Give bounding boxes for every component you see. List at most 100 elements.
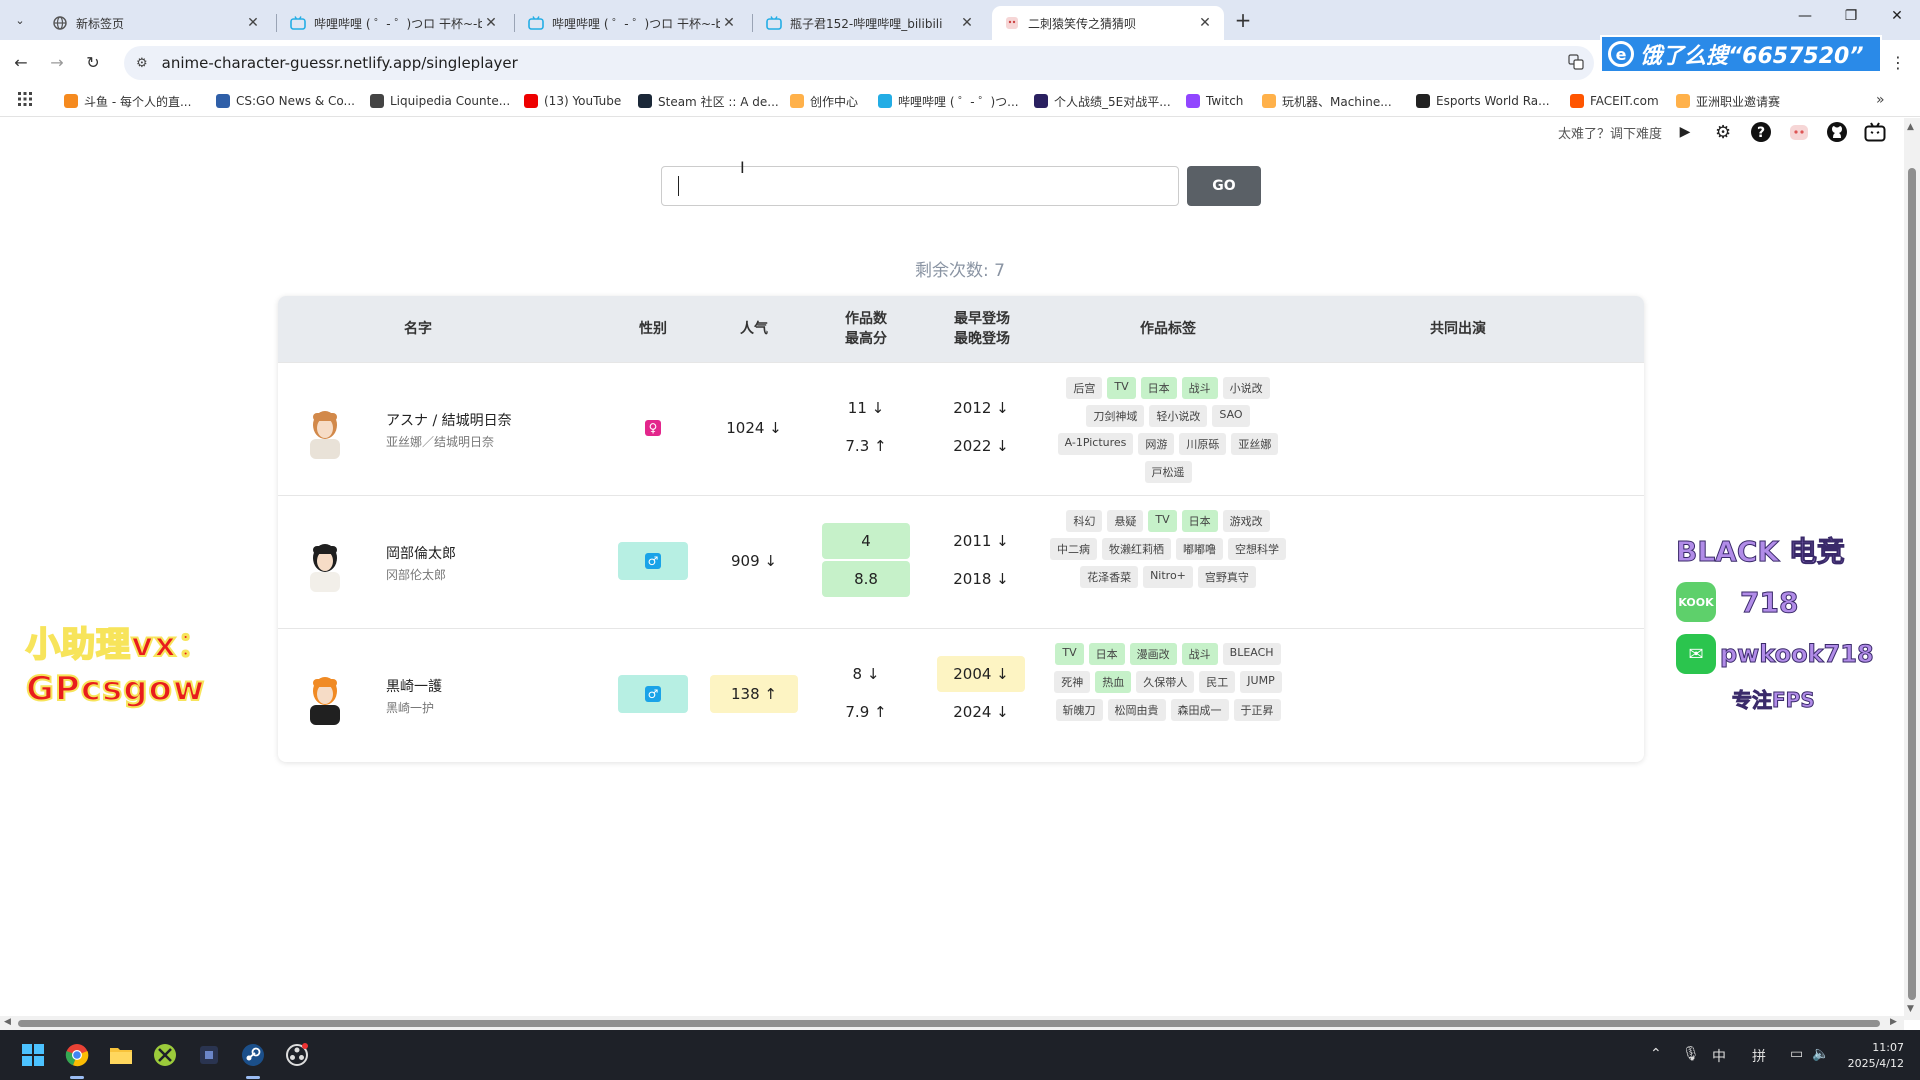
steam-icon[interactable]	[238, 1040, 268, 1070]
tab-bilibili-2[interactable]: 哔哩哔哩 ( ゜- ゜)つロ 干杯~-bili ✕	[516, 6, 748, 40]
tab-separator	[276, 14, 277, 32]
bookmark-item[interactable]: (13) YouTube	[524, 91, 621, 111]
bookmark-item[interactable]: 个人战绩_5E对战平...	[1034, 91, 1171, 111]
chrome-icon[interactable]	[62, 1040, 92, 1070]
works-count-cell: 11 ↓	[847, 399, 885, 417]
game-launcher-icon[interactable]	[194, 1040, 224, 1070]
earliest-appearance-cell: 2004 ↓	[937, 656, 1025, 692]
bookmark-item[interactable]: 创作中心	[790, 91, 858, 111]
header-popularity: 人气	[740, 321, 768, 337]
bookmark-item[interactable]: Esports World Ra...	[1416, 91, 1550, 111]
vertical-scrollbar[interactable]: ▲ ▼	[1904, 118, 1920, 1020]
bookmark-item[interactable]: 斗鱼 - 每个人的直...	[64, 91, 191, 111]
scroll-left-icon[interactable]: ◀	[4, 1017, 11, 1027]
volume-icon[interactable]: 🔈	[1812, 1046, 1829, 1062]
character-name-cn: 冈部伦太郎	[386, 568, 447, 582]
tab-bilibili-3[interactable]: 瓶子君152-哔哩哔哩_bilibili ✕	[754, 6, 986, 40]
text-caret	[678, 176, 679, 196]
bookmark-label: 亚洲职业邀请赛	[1696, 94, 1781, 109]
promo-banner: e 饿了么搜“6657520”	[1600, 35, 1882, 73]
tab-close-icon[interactable]: ✕	[720, 15, 738, 31]
work-tag: 日本	[1088, 643, 1125, 665]
microphone-icon[interactable]: 🎙	[1682, 1046, 1700, 1062]
work-tag: 刀剑神域	[1086, 405, 1145, 427]
bookmark-label: 创作中心	[810, 94, 859, 109]
minimize-button[interactable]: —	[1790, 8, 1820, 32]
work-tag: 战斗	[1181, 643, 1218, 665]
github-icon[interactable]	[1824, 119, 1850, 145]
header-works: 作品数	[845, 311, 887, 327]
tray-overflow-icon[interactable]: ⌃	[1650, 1046, 1662, 1062]
tab-close-icon[interactable]: ✕	[482, 15, 500, 31]
obs-icon[interactable]	[282, 1040, 312, 1070]
tab-close-icon[interactable]: ✕	[958, 15, 976, 31]
go-button[interactable]: GO	[1187, 166, 1261, 206]
work-tag: TV	[1055, 643, 1084, 665]
scroll-right-icon[interactable]: ▶	[1890, 1017, 1897, 1027]
ime-mode-indicator[interactable]: 中	[1712, 1046, 1726, 1066]
new-tab-button[interactable]: +	[1230, 8, 1256, 34]
network-icon[interactable]: ▭	[1790, 1046, 1803, 1062]
bookmark-favicon-icon	[524, 94, 538, 108]
scroll-up-icon[interactable]: ▲	[1907, 122, 1914, 132]
browser-menu-icon[interactable]: ⋮	[1890, 53, 1906, 72]
ime-pinyin-indicator[interactable]: 拼	[1752, 1046, 1766, 1066]
gear-icon[interactable]: ⚙	[1710, 119, 1736, 145]
tab-new-tab[interactable]: 新标签页 ✕	[40, 6, 272, 40]
tab-close-icon[interactable]: ✕	[244, 15, 262, 31]
bookmarks-overflow-icon[interactable]: »	[1876, 92, 1885, 108]
horizontal-scroll-thumb[interactable]	[18, 1020, 1880, 1027]
apps-grid-icon[interactable]	[18, 92, 32, 110]
windows-start-icon[interactable]	[18, 1040, 48, 1070]
bookmark-item[interactable]: Steam 社区 :: A de...	[638, 91, 779, 111]
tab-close-icon[interactable]: ✕	[1196, 15, 1214, 31]
mascot-icon[interactable]	[1786, 119, 1812, 145]
forward-button[interactable]: →	[44, 50, 70, 76]
bookmark-item[interactable]: 玩机器、Machine...	[1262, 91, 1392, 111]
gender-cell: ♀	[618, 409, 688, 447]
tab-search-icon[interactable]: ⌄	[8, 8, 32, 32]
tab-bilibili-1[interactable]: 哔哩哔哩 ( ゜- ゜)つロ 干杯~-bili ✕	[278, 6, 510, 40]
overlay-right-tagline: 专注FPS	[1732, 688, 1816, 713]
guess-row: アスナ / 結城明日奈 亚丝娜／结城明日奈 ♀ 1024 ↓ 11 ↓ 7.3 ↑ 2012…	[278, 362, 1644, 495]
bookmark-label: CS:GO News & Co...	[236, 94, 355, 108]
help-icon[interactable]: ?	[1748, 119, 1774, 145]
bookmark-item[interactable]: Twitch	[1186, 91, 1243, 111]
table-header: 名字 性别 人气 作品数 最高分 最早登场 最晚登场 作品标签 共同出演	[278, 296, 1644, 362]
earliest-appearance-cell: 2012 ↓	[953, 399, 1009, 417]
bookmark-item[interactable]: 亚洲职业邀请赛	[1676, 91, 1780, 111]
guess-table: 名字 性别 人气 作品数 最高分 最早登场 最晚登场 作品标签 共同出演 アスナ…	[278, 296, 1644, 762]
bilibili-icon	[766, 15, 782, 31]
scroll-down-icon[interactable]: ▼	[1907, 1004, 1914, 1014]
reload-button[interactable]: ↻	[80, 50, 106, 76]
bilibili-tv-icon[interactable]	[1862, 119, 1888, 145]
tags-cell: 后宫 TV 日本 战斗 小说改 刀剑神域 轻小说改 SAO A-1Pictures 网游 川原砾 亚丝…	[1048, 377, 1288, 483]
close-window-button[interactable]: ✕	[1882, 8, 1912, 32]
back-button[interactable]: ←	[8, 50, 34, 76]
female-icon: ♀	[645, 420, 661, 436]
gender-cell: ♂	[618, 675, 688, 713]
bookmark-item[interactable]: Liquipedia Counte...	[370, 91, 510, 111]
horizontal-scrollbar[interactable]: ◀ ▶	[0, 1016, 1904, 1030]
character-search-input[interactable]	[661, 166, 1179, 206]
bookmark-item[interactable]: 哔哩哔哩 ( ゜- ゜)つ...	[878, 91, 1019, 111]
translate-icon[interactable]	[1568, 54, 1584, 74]
highest-score-cell: 8.8	[822, 561, 910, 597]
site-info-icon[interactable]: ⚙	[136, 56, 148, 71]
restore-button[interactable]: ❐	[1836, 8, 1866, 32]
play-icon[interactable]: ▶	[1672, 119, 1698, 145]
bookmark-item[interactable]: CS:GO News & Co...	[216, 91, 355, 111]
work-tag: 民工	[1199, 671, 1236, 693]
taskbar-clock[interactable]: 11:07 2025/4/12	[1834, 1040, 1904, 1072]
file-explorer-icon[interactable]	[106, 1040, 136, 1070]
bookmark-label: FACEIT.com	[1590, 94, 1659, 108]
header-gender: 性别	[639, 321, 667, 337]
tab-active-guess-game[interactable]: 二刺猿笑传之猜猜呗 ✕	[992, 6, 1224, 40]
bilibili-icon	[528, 15, 544, 31]
stream-overlay-left: 小助理vx： GPcsgow	[25, 623, 212, 711]
active-app-indicator	[246, 1076, 260, 1079]
bookmark-item[interactable]: FACEIT.com	[1570, 91, 1659, 111]
address-bar[interactable]: ⚙ anime-character-guessr.netlify.app/sin…	[124, 46, 1594, 80]
xbox-app-icon[interactable]	[150, 1040, 180, 1070]
vertical-scroll-thumb[interactable]	[1908, 168, 1916, 1000]
